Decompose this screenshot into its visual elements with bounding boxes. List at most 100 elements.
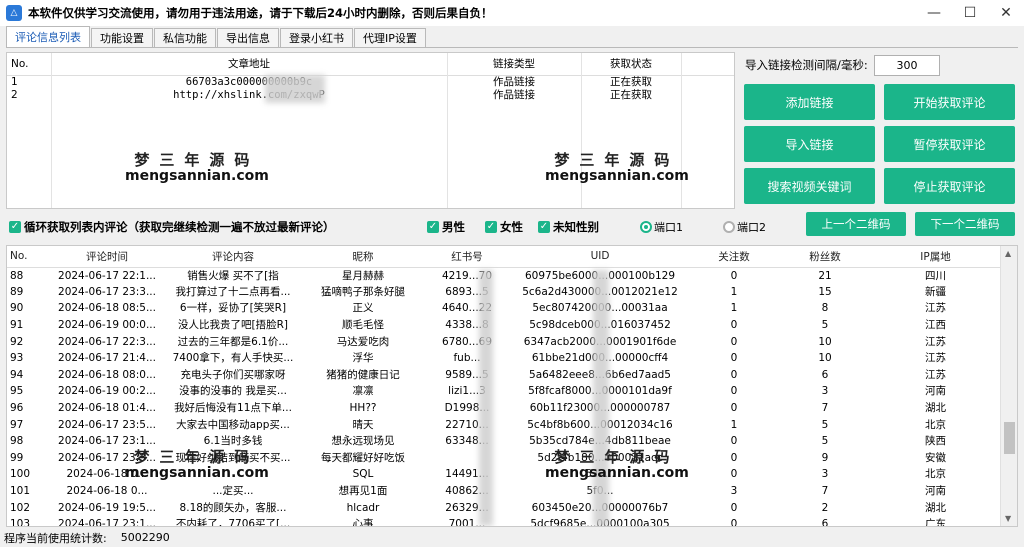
follower-count: 15	[818, 285, 832, 298]
following-count: 0	[730, 319, 738, 332]
ip-location: 江苏	[925, 302, 946, 315]
row-no: 103	[10, 518, 31, 527]
watermark-en: mengsannian.com	[545, 168, 689, 184]
comment-row[interactable]: 98 2024-06-17 23:1... 6.1当时多钱 想永远现场见 63348..…	[7, 433, 1000, 450]
ip-location: 北京	[925, 418, 946, 431]
header-comment-content: 评论内容	[163, 246, 303, 268]
comment-row[interactable]: 94 2024-06-18 08:0... 充电头子你们买哪家呀 猪猪的健康日记 958…	[7, 367, 1000, 384]
link-table[interactable]: No. 文章地址 链接类型 获取状态 1 66703a3c000000000b9…	[6, 52, 735, 209]
import-link-button[interactable]: 导入链接	[744, 126, 875, 162]
tab-private-message[interactable]: 私信功能	[154, 28, 216, 47]
minimize-icon[interactable]: —	[916, 0, 952, 26]
following-count: 1	[730, 418, 738, 431]
redbook-id: 6780...69	[441, 335, 493, 348]
pause-fetch-button[interactable]: 暂停获取评论	[884, 126, 1015, 162]
link-row[interactable]: 2 http://xhslink.com/zxqwP 作品链接 正在获取	[7, 89, 734, 102]
nickname: hlcadr	[346, 501, 380, 514]
comment-row[interactable]: 1012024-06-18 0......定买...想再见1面40862...5…	[7, 483, 1000, 500]
comment-row[interactable]: 90 2024-06-18 08:5... 6一样，妥协了[笑哭R] 正义 4640..…	[7, 300, 1000, 317]
redbook-id: 40862...	[445, 485, 489, 498]
check-icon: ✓	[9, 221, 21, 233]
link-row[interactable]: 1 66703a3c000000000b9c 作品链接 正在获取	[7, 75, 734, 89]
port2-radio[interactable]: 端口2	[723, 219, 766, 235]
interval-input[interactable]: 300	[874, 55, 940, 76]
nickname: HH??	[349, 402, 377, 415]
unknown-gender-checkbox[interactable]: ✓ 未知性别	[538, 219, 599, 235]
following-count: 0	[730, 385, 738, 398]
prev-qr-button[interactable]: 上一个二维码	[806, 212, 906, 236]
next-qr-button[interactable]: 下一个二维码	[915, 212, 1015, 236]
row-no: 100	[10, 468, 31, 481]
comment-row[interactable]: 89 2024-06-17 23:3... 我打算过了十二点再看... 猛嘀鸭子那条好…	[7, 284, 1000, 301]
comment-row[interactable]: 91 2024-06-19 00:0... 没人比我贵了吧[捂脸R] 顺毛毛怪 4338…	[7, 317, 1000, 334]
tab-export[interactable]: 导出信息	[217, 28, 279, 47]
port1-radio[interactable]: 端口1	[640, 219, 683, 235]
comment-content: 大家去中国移动app买...	[176, 418, 290, 431]
header-uid: UID	[511, 246, 689, 268]
window-controls: — ☐ ✕	[916, 0, 1024, 26]
start-fetch-button[interactable]: 开始获取评论	[884, 84, 1015, 120]
comment-row[interactable]: 95 2024-06-19 00:2... 没事的没事的 我是买... 凛凛 lizi1…	[7, 383, 1000, 400]
tab-proxy-settings[interactable]: 代理IP设置	[354, 28, 426, 47]
nickname: 浮华	[352, 352, 374, 365]
nickname: 想永远现场见	[331, 435, 395, 448]
comment-content: 没人比我贵了吧[捂脸R]	[178, 319, 288, 332]
maximize-icon[interactable]: ☐	[952, 0, 988, 26]
comment-content: 6.1当时多钱	[203, 435, 263, 448]
follower-count: 21	[818, 269, 832, 282]
nickname: 凛凛	[352, 385, 374, 398]
following-count: 0	[730, 451, 738, 464]
link-no: 1	[11, 75, 18, 88]
loop-fetch-checkbox[interactable]: ✓ 循环获取列表内评论（获取完继续检测一遍不放过最新评论）	[9, 219, 335, 235]
add-link-button[interactable]: 添加链接	[744, 84, 875, 120]
search-video-keyword-button[interactable]: 搜索视频关键词	[744, 168, 875, 204]
comment-content: ...定买...	[212, 485, 254, 498]
comment-table[interactable]: No. 评论时间 评论内容 昵称 红书号 UID 关注数 粉丝数 IP属地 88…	[6, 245, 1018, 527]
scroll-down-icon[interactable]: ▼	[1005, 514, 1011, 523]
comment-table-header: No. 评论时间 评论内容 昵称 红书号 UID 关注数 粉丝数 IP属地	[7, 246, 1000, 268]
close-icon[interactable]: ✕	[988, 0, 1024, 26]
row-no: 97	[10, 418, 24, 431]
watermark: 梦三年源码 mengsannian.com	[545, 149, 689, 184]
stop-fetch-button[interactable]: 停止获取评论	[884, 168, 1015, 204]
comment-row[interactable]: 1002024-06-18 0...SQL14491...622...03北京	[7, 466, 1000, 483]
nickname: SQL	[352, 468, 374, 481]
usage-count-label: 程序当前使用统计数:	[4, 531, 107, 545]
link-url: http://xhslink.com/zxqwP	[173, 88, 325, 101]
comment-row[interactable]: 99 2024-06-17 23:3... 现在好纠结到底买不买... 每天都耀好好吃…	[7, 450, 1000, 467]
comment-row[interactable]: 92 2024-06-17 22:3... 过去的三年都是6.1价... 马达爱吃肉 6…	[7, 333, 1000, 350]
usage-count-value: 5002290	[120, 531, 170, 544]
scrollbar-thumb[interactable]	[1004, 422, 1015, 454]
comment-row[interactable]: 96 2024-06-18 01:4... 我好后悔没有11点下单... HH?? D1…	[7, 400, 1000, 417]
following-count: 1	[730, 302, 738, 315]
interval-label: 导入链接检测间隔/毫秒:	[745, 58, 868, 72]
row-no: 91	[10, 319, 24, 332]
header-empty	[681, 53, 734, 76]
header-link-type: 链接类型	[447, 53, 581, 76]
tab-login[interactable]: 登录小红书	[280, 28, 353, 47]
row-no: 99	[10, 451, 24, 464]
column-divider	[447, 53, 448, 208]
following-count: 0	[730, 501, 738, 514]
nickname: 想再见1面	[338, 485, 388, 498]
header-ip-location: IP属地	[871, 246, 1000, 268]
scroll-up-icon[interactable]: ▲	[1005, 249, 1011, 258]
tab-feature-settings[interactable]: 功能设置	[91, 28, 153, 47]
follower-count: 10	[818, 352, 832, 365]
comment-row[interactable]: 103 2024-06-17 23:1... 不内耗了，7706买了[... 心事 70…	[7, 516, 1000, 527]
watermark-cn: 梦三年源码	[134, 151, 260, 169]
comment-time: 2024-06-18 01:4...	[58, 402, 156, 415]
comment-row[interactable]: 93 2024-06-17 21:4... 7400拿下，有人手快买... 浮华 fub…	[7, 350, 1000, 367]
radio-unselected-icon	[723, 221, 735, 233]
female-checkbox[interactable]: ✓ 女性	[485, 219, 523, 235]
comment-row[interactable]: 88 2024-06-17 22:1... 销售火爆 买不了[指 星月赫赫 4219..…	[7, 267, 1000, 284]
redbook-id: 22710...	[445, 418, 489, 431]
male-label: 男性	[442, 220, 465, 234]
loop-fetch-label: 循环获取列表内评论（获取完继续检测一遍不放过最新评论）	[24, 220, 335, 234]
tab-comment-list[interactable]: 评论信息列表	[6, 26, 90, 47]
comment-row[interactable]: 97 2024-06-17 23:5... 大家去中国移动app买... 晴天 2271…	[7, 416, 1000, 433]
ip-location: 江苏	[925, 368, 946, 381]
comment-row[interactable]: 102 2024-06-19 19:5... 8.18的顾矢办，客服... hlcad…	[7, 499, 1000, 516]
vertical-scrollbar[interactable]: ▲ ▼	[1000, 246, 1017, 526]
male-checkbox[interactable]: ✓ 男性	[427, 219, 465, 235]
